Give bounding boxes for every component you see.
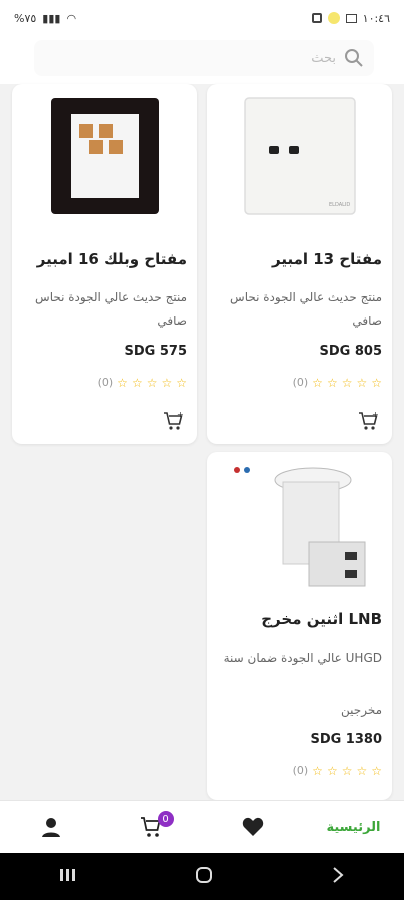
product-card[interactable]: ELDALID مفتاح 13 امبير منتج حديث عالي ال… bbox=[207, 84, 392, 444]
star-icon: ☆ bbox=[146, 375, 158, 390]
star-icon: ☆ bbox=[161, 375, 173, 390]
rating-stars: (0) ☆ ☆ ☆ ☆ ☆ bbox=[293, 764, 382, 777]
status-left: %٧٥ ▮▮▮ ◠ bbox=[14, 12, 76, 25]
product-description-extra: مخرجين bbox=[341, 703, 382, 717]
product-image[interactable] bbox=[207, 458, 392, 606]
product-price: SDG 1380 bbox=[310, 732, 382, 747]
rating-count: (0) bbox=[292, 376, 309, 389]
star-icon: ☆ bbox=[326, 763, 338, 778]
recents-button[interactable] bbox=[59, 867, 77, 886]
star-icon: ☆ bbox=[312, 763, 323, 778]
product-card[interactable]: مفتاح وبلك 16 امبير منتج حديث عالي الجود… bbox=[12, 84, 197, 444]
brand-label: ELDALID bbox=[329, 202, 350, 208]
rating-stars: (0) ☆ ☆ ☆ ☆ ☆ bbox=[293, 376, 382, 389]
product-description: منتج حديث عالي الجودة نحاس صافي bbox=[35, 290, 187, 328]
star-icon: ☆ bbox=[176, 375, 187, 390]
cart-count-badge: 0 bbox=[157, 811, 174, 827]
star-icon: ☆ bbox=[131, 375, 143, 390]
time: ١٠:٤٦ bbox=[362, 11, 390, 25]
search-bar: بحث bbox=[0, 36, 404, 84]
brand-logo bbox=[228, 464, 259, 486]
product-image[interactable] bbox=[12, 88, 197, 224]
search-input[interactable]: بحث bbox=[34, 40, 374, 76]
rating-count: (0) bbox=[292, 764, 309, 777]
wifi-icon: ◠ bbox=[66, 11, 77, 25]
system-navigation bbox=[0, 853, 404, 900]
back-button[interactable] bbox=[331, 866, 345, 888]
nav-profile[interactable] bbox=[11, 807, 91, 847]
star-icon: ☆ bbox=[371, 763, 382, 778]
bottom-nav: 0 الرئيسية bbox=[0, 800, 404, 853]
search-icon[interactable] bbox=[344, 48, 364, 68]
star-icon: ☆ bbox=[117, 375, 128, 390]
star-icon: ☆ bbox=[356, 375, 368, 390]
star-icon: ☆ bbox=[312, 375, 323, 390]
search-placeholder: بحث bbox=[311, 50, 336, 66]
nav-cart[interactable]: 0 bbox=[112, 807, 192, 847]
status-right: ١٠:٤٦ bbox=[311, 11, 390, 25]
status-bar: %٧٥ ▮▮▮ ◠ ١٠:٤٦ bbox=[0, 0, 404, 36]
home-button[interactable] bbox=[195, 866, 213, 888]
product-image[interactable]: ELDALID bbox=[207, 88, 392, 224]
product-title[interactable]: LNB اثنين مخرج bbox=[217, 610, 382, 628]
star-icon: ☆ bbox=[326, 375, 338, 390]
svg-text:+: + bbox=[372, 410, 379, 419]
nav-home[interactable]: الرئيسية bbox=[314, 807, 394, 847]
add-to-cart-icon[interactable]: + bbox=[358, 410, 380, 432]
add-to-cart-icon[interactable]: + bbox=[163, 410, 185, 432]
user-icon bbox=[41, 818, 60, 837]
product-card[interactable]: LNB اثنين مخرج UHGD عالي الجودة ضمان سنة… bbox=[207, 452, 392, 800]
notification-icon bbox=[327, 12, 340, 24]
product-description: منتج حديث عالي الجودة نحاس صافي bbox=[230, 290, 382, 328]
product-title[interactable]: مفتاح وبلك 16 امبير bbox=[22, 250, 187, 268]
svg-text:+: + bbox=[177, 410, 184, 419]
product-description: UHGD عالي الجودة ضمان سنة bbox=[223, 651, 382, 665]
star-icon: ☆ bbox=[341, 763, 353, 778]
nav-favorites[interactable] bbox=[213, 807, 293, 847]
signal-icon: ▮▮▮ bbox=[42, 11, 61, 25]
rating-stars: (0) ☆ ☆ ☆ ☆ ☆ bbox=[98, 376, 187, 389]
battery-text: %٧٥ bbox=[14, 11, 37, 25]
image-icon bbox=[345, 13, 357, 23]
rating-count: (0) bbox=[97, 376, 114, 389]
app-icon bbox=[311, 13, 322, 23]
star-icon: ☆ bbox=[341, 375, 353, 390]
product-price: SDG 805 bbox=[319, 344, 383, 359]
star-icon: ☆ bbox=[371, 375, 382, 390]
star-icon: ☆ bbox=[356, 763, 368, 778]
product-price: SDG 575 bbox=[124, 344, 188, 359]
product-title[interactable]: مفتاح 13 امبير bbox=[217, 250, 382, 268]
heart-icon bbox=[242, 817, 263, 836]
